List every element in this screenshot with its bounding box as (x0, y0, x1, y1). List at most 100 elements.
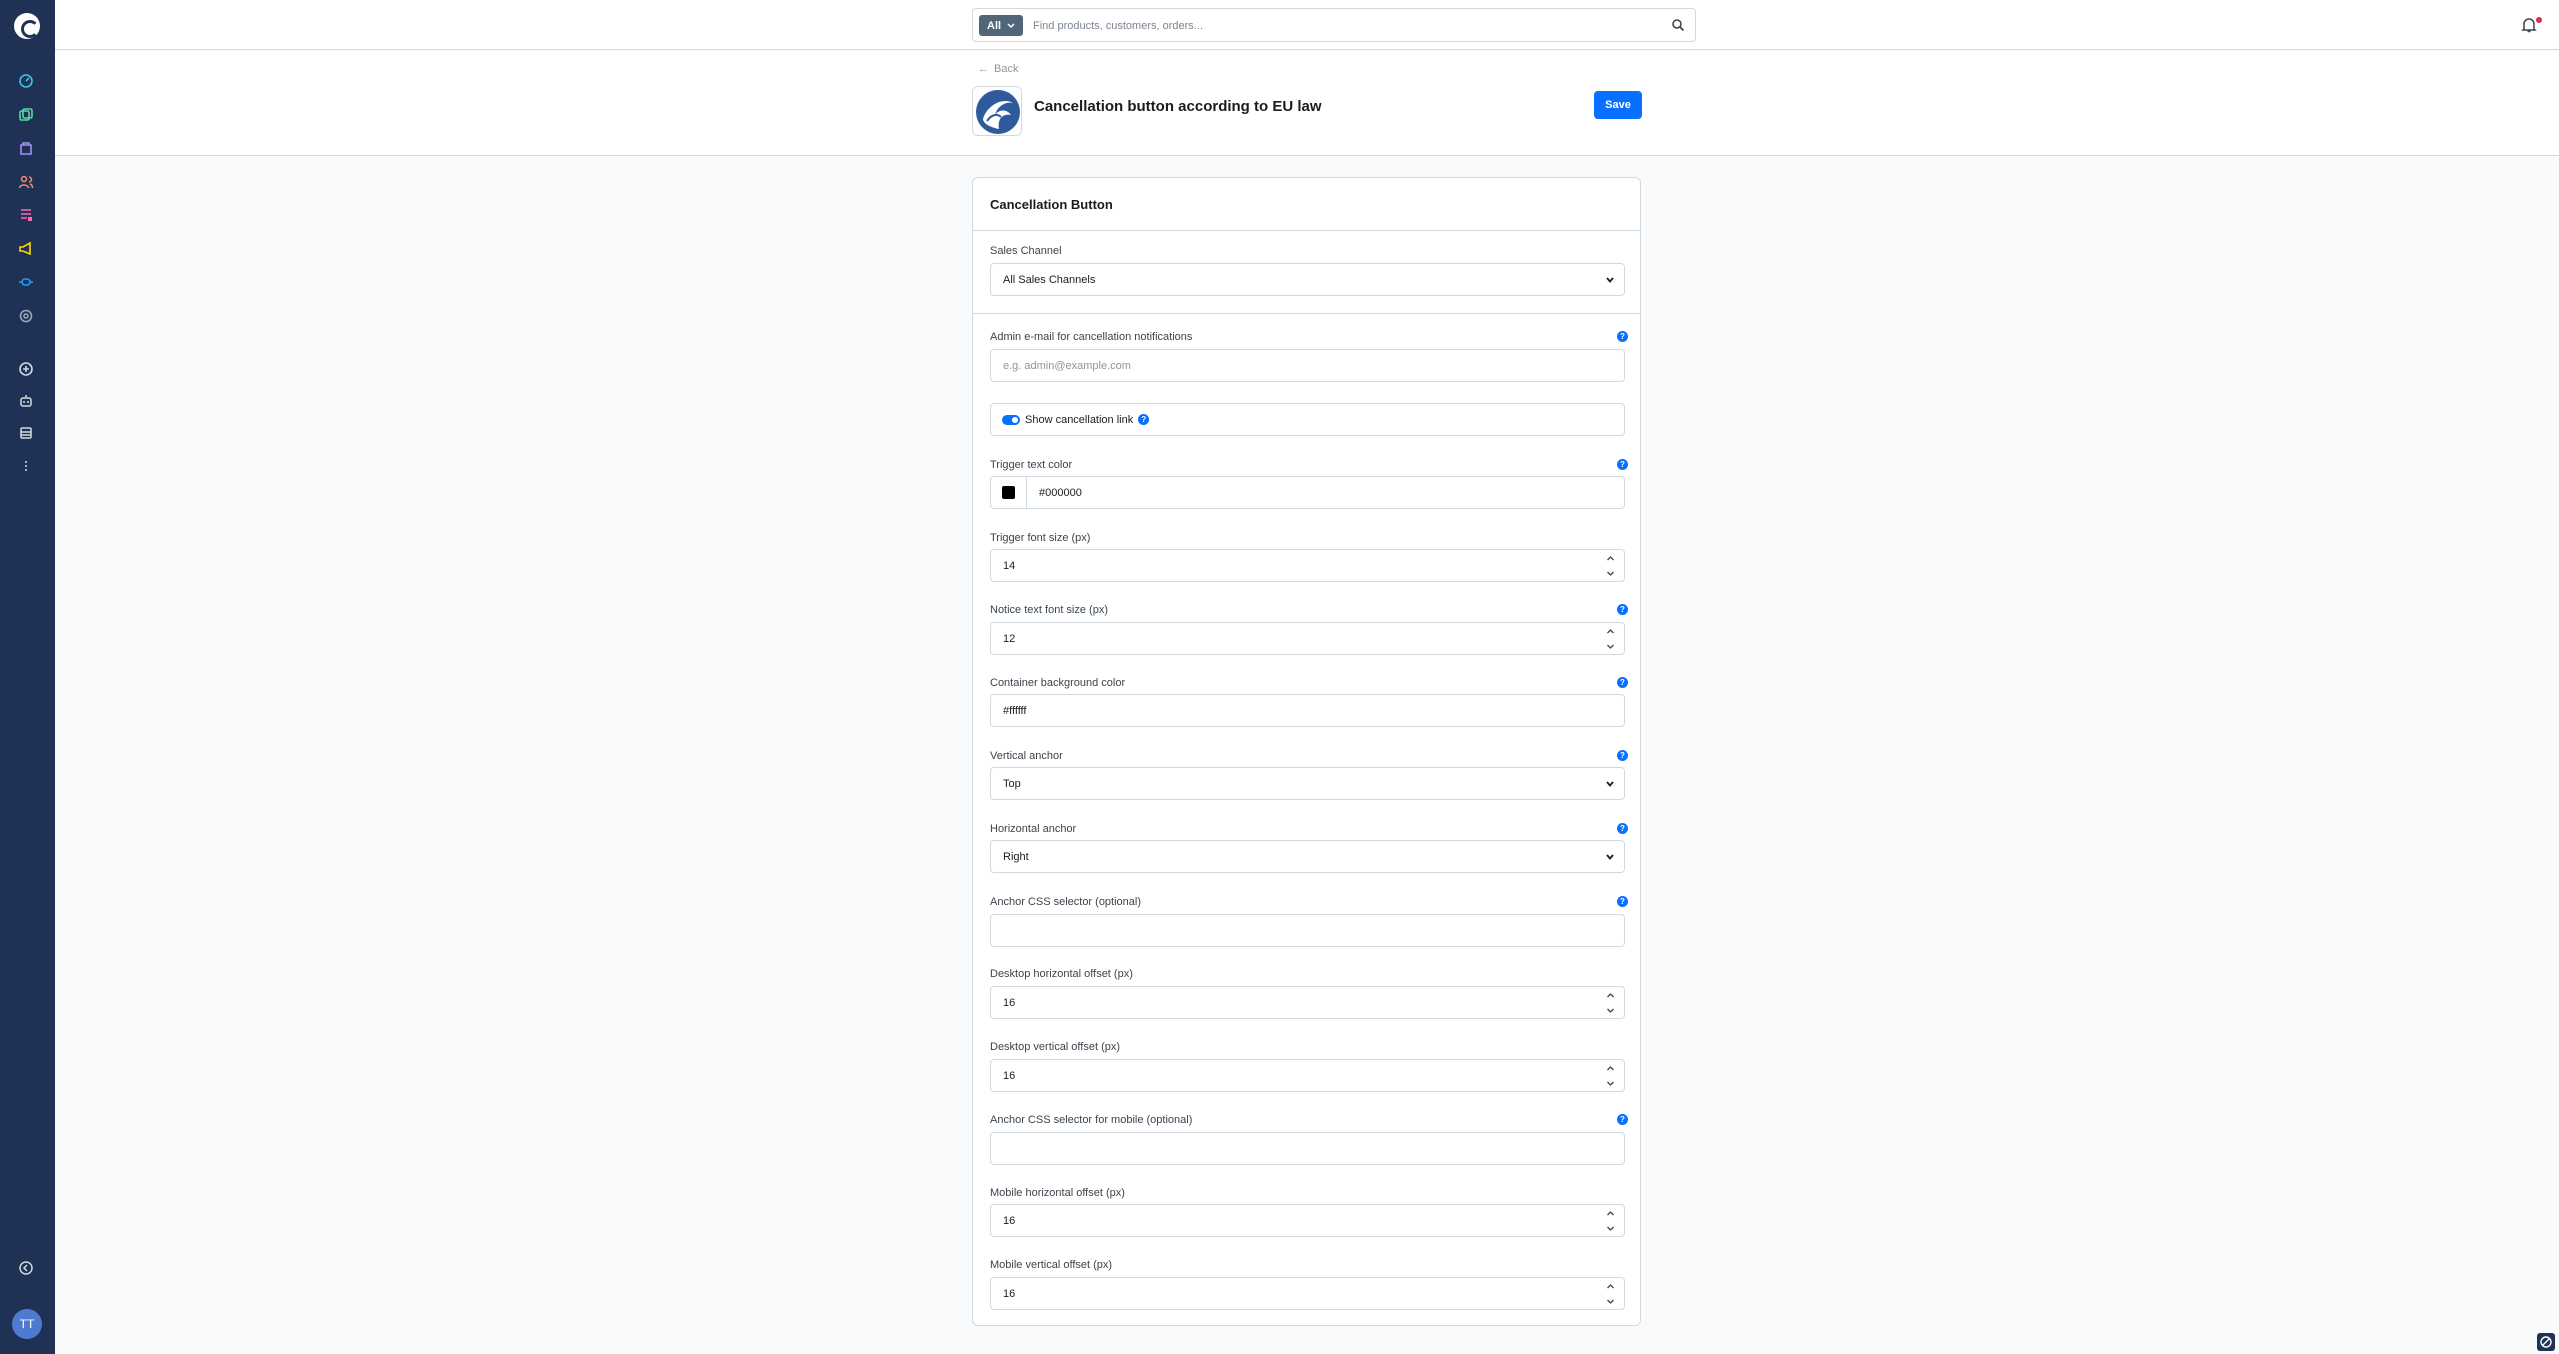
chevron-down-icon (1606, 781, 1614, 787)
help-icon[interactable]: ? (1138, 414, 1150, 425)
help-icon[interactable]: ? (1617, 823, 1628, 834)
stepper-controls (1606, 1282, 1616, 1306)
settings-icon[interactable] (17, 307, 35, 325)
chevron-up-icon[interactable] (1606, 627, 1615, 636)
page-header: ← Back Cancellation button according to … (55, 51, 2559, 156)
admin-email-placeholder: e.g. admin@example.com (1003, 359, 1131, 372)
color-swatch (1002, 486, 1015, 499)
avatar[interactable]: TT (12, 1309, 42, 1339)
chevron-up-icon[interactable] (1606, 1209, 1615, 1218)
trigger-font-size-label: Trigger font size (px) (990, 532, 1091, 544)
chevron-down-icon[interactable] (1606, 569, 1615, 578)
trigger-text-color-field[interactable]: #000000 (990, 476, 1625, 509)
chevron-down-icon[interactable] (1606, 642, 1615, 651)
devtools-badge[interactable] (2537, 1333, 2555, 1351)
sidebar: TT (0, 0, 55, 1354)
top-bar: All (55, 0, 2559, 50)
chevron-down-icon[interactable] (1606, 1006, 1615, 1015)
add-icon[interactable] (17, 360, 35, 378)
chevron-down-icon (1606, 277, 1614, 283)
back-link[interactable]: ← Back (978, 63, 1018, 75)
show-cancellation-link-toggle[interactable] (1002, 414, 1020, 425)
notice-font-size-stepper[interactable]: 12 (990, 622, 1625, 655)
more-icon[interactable] (17, 457, 35, 475)
vertical-anchor-value: Top (1003, 777, 1021, 790)
chevron-up-icon[interactable] (1606, 1064, 1615, 1073)
search-icon[interactable] (1671, 18, 1685, 32)
search-type-dropdown[interactable]: All (979, 15, 1024, 36)
mobile-v-offset-stepper[interactable]: 16 (990, 1277, 1625, 1310)
robot-icon[interactable] (17, 392, 35, 410)
store-icon[interactable] (17, 424, 35, 442)
help-icon[interactable]: ? (1617, 331, 1628, 342)
desktop-h-offset-value: 16 (1003, 996, 1016, 1009)
horizontal-anchor-select[interactable]: Right (990, 840, 1625, 873)
orders-icon[interactable] (17, 139, 35, 157)
save-button[interactable]: Save (1594, 91, 1642, 119)
help-icon[interactable]: ? (1617, 896, 1628, 907)
sales-channel-select[interactable]: All Sales Channels (990, 263, 1625, 296)
color-picker-button[interactable] (991, 477, 1027, 508)
help-icon[interactable]: ? (1617, 604, 1628, 615)
desktop-v-offset-label: Desktop vertical offset (px) (990, 1041, 1121, 1053)
chevron-up-icon[interactable] (1606, 554, 1615, 563)
help-icon[interactable]: ? (1617, 459, 1628, 470)
stepper-controls (1606, 991, 1616, 1015)
anchor-selector-mobile-label: Anchor CSS selector for mobile (optional… (990, 1114, 1193, 1126)
admin-email-field[interactable]: e.g. admin@example.com (990, 349, 1625, 382)
vertical-anchor-label: Vertical anchor (990, 750, 1063, 762)
anchor-selector-input[interactable] (990, 914, 1625, 947)
show-cancellation-link-field: Show cancellation link ? (990, 403, 1625, 436)
catalog-icon[interactable] (17, 106, 35, 124)
chevron-down-icon (1606, 854, 1614, 860)
chevron-up-icon[interactable] (1606, 1282, 1615, 1291)
marketing-icon[interactable] (17, 240, 35, 258)
container-bg-field[interactable]: #ffffff (990, 694, 1625, 727)
vertical-anchor-select[interactable]: Top (990, 767, 1625, 800)
global-search: All (972, 8, 1696, 42)
mobile-h-offset-stepper[interactable]: 16 (990, 1204, 1625, 1237)
chevron-down-icon[interactable] (1606, 1224, 1615, 1233)
content-icon[interactable] (17, 206, 35, 224)
notification-badge (2536, 17, 2542, 23)
container-bg-label: Container background color (990, 677, 1126, 689)
mobile-v-offset-label: Mobile vertical offset (px) (990, 1259, 1113, 1271)
trigger-text-color-label: Trigger text color (990, 459, 1073, 471)
collapse-sidebar-icon[interactable] (17, 1259, 35, 1277)
mobile-v-offset-value: 16 (1003, 1287, 1016, 1300)
sales-channel-value: All Sales Channels (1003, 273, 1096, 286)
divider (973, 313, 1640, 314)
divider (973, 230, 1640, 231)
customers-icon[interactable] (17, 173, 35, 191)
extensions-icon[interactable] (17, 273, 35, 291)
chevron-down-icon[interactable] (1606, 1079, 1615, 1088)
trigger-font-size-stepper[interactable]: 14 (990, 549, 1625, 582)
help-icon[interactable]: ? (1617, 750, 1628, 761)
desktop-v-offset-value: 16 (1003, 1069, 1016, 1082)
stepper-controls (1606, 554, 1616, 578)
trigger-text-color-value: #000000 (1039, 486, 1082, 499)
dashboard-icon[interactable] (17, 72, 35, 90)
anchor-selector-label: Anchor CSS selector (optional) (990, 896, 1142, 908)
desktop-h-offset-label: Desktop horizontal offset (px) (990, 968, 1133, 980)
admin-email-label: Admin e-mail for cancellation notificati… (990, 331, 1193, 343)
help-icon[interactable]: ? (1617, 1114, 1628, 1125)
notice-font-size-value: 12 (1003, 632, 1016, 645)
notice-font-size-label: Notice text font size (px) (990, 604, 1108, 616)
help-icon[interactable]: ? (1617, 677, 1628, 688)
desktop-v-offset-stepper[interactable]: 16 (990, 1059, 1625, 1092)
shopware-logo[interactable] (14, 13, 40, 39)
search-type-label: All (987, 19, 1002, 32)
container-bg-value: #ffffff (1003, 704, 1027, 717)
back-label: Back (994, 63, 1019, 75)
desktop-h-offset-stepper[interactable]: 16 (990, 986, 1625, 1019)
trigger-font-size-value: 14 (1003, 559, 1016, 572)
plugin-logo (972, 86, 1022, 136)
stepper-controls (1606, 1209, 1616, 1233)
anchor-selector-mobile-input[interactable] (990, 1132, 1625, 1165)
chevron-up-icon[interactable] (1606, 991, 1615, 1000)
chevron-down-icon (1007, 22, 1015, 28)
search-input[interactable] (1033, 16, 1633, 36)
chevron-down-icon[interactable] (1606, 1297, 1615, 1306)
arrow-left-icon: ← (978, 63, 989, 75)
